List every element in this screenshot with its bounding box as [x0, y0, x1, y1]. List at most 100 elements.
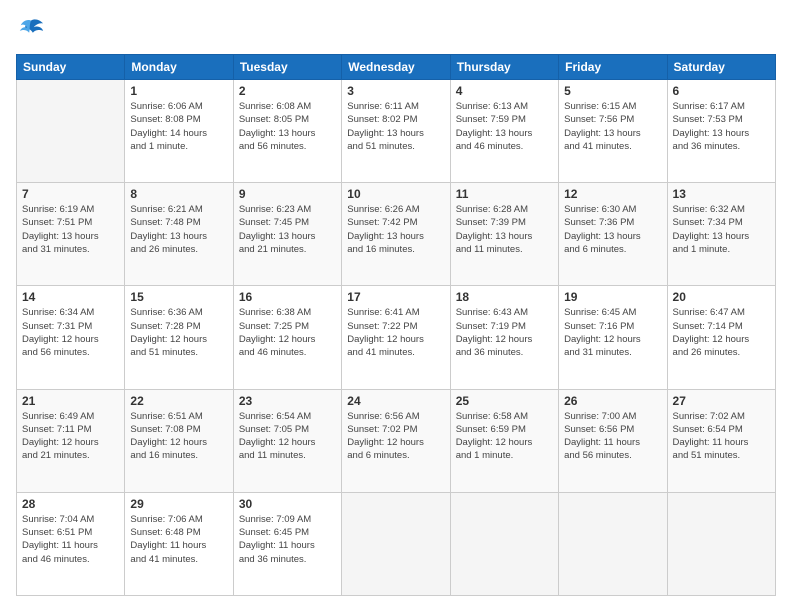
day-number: 13: [673, 187, 770, 201]
day-number: 8: [130, 187, 227, 201]
calendar-cell: 8 Sunrise: 6:21 AM Sunset: 7:48 PM Daylig…: [125, 183, 233, 286]
day-info: Sunrise: 6:45 AM Sunset: 7:16 PM Dayligh…: [564, 306, 661, 359]
day-number: 3: [347, 84, 444, 98]
day-info: Sunrise: 6:06 AM Sunset: 8:08 PM Dayligh…: [130, 100, 227, 153]
day-info: Sunrise: 6:32 AM Sunset: 7:34 PM Dayligh…: [673, 203, 770, 256]
day-info: Sunrise: 6:08 AM Sunset: 8:05 PM Dayligh…: [239, 100, 336, 153]
day-info: Sunrise: 6:28 AM Sunset: 7:39 PM Dayligh…: [456, 203, 553, 256]
logo-bird-icon: [17, 16, 45, 44]
day-number: 21: [22, 394, 119, 408]
calendar-cell: 4 Sunrise: 6:13 AM Sunset: 7:59 PM Daylig…: [450, 80, 558, 183]
logo: [16, 16, 43, 44]
weekday-header-thursday: Thursday: [450, 55, 558, 80]
day-info: Sunrise: 6:19 AM Sunset: 7:51 PM Dayligh…: [22, 203, 119, 256]
calendar-cell: 22 Sunrise: 6:51 AM Sunset: 7:08 PM Dayli…: [125, 389, 233, 492]
day-info: Sunrise: 6:13 AM Sunset: 7:59 PM Dayligh…: [456, 100, 553, 153]
day-number: 26: [564, 394, 661, 408]
day-number: 17: [347, 290, 444, 304]
calendar-cell: 18 Sunrise: 6:43 AM Sunset: 7:19 PM Dayli…: [450, 286, 558, 389]
calendar-cell: [559, 492, 667, 595]
calendar-header-row: SundayMondayTuesdayWednesdayThursdayFrid…: [17, 55, 776, 80]
calendar-week-row: 28 Sunrise: 7:04 AM Sunset: 6:51 PM Dayli…: [17, 492, 776, 595]
day-info: Sunrise: 6:47 AM Sunset: 7:14 PM Dayligh…: [673, 306, 770, 359]
day-info: Sunrise: 6:41 AM Sunset: 7:22 PM Dayligh…: [347, 306, 444, 359]
day-info: Sunrise: 6:26 AM Sunset: 7:42 PM Dayligh…: [347, 203, 444, 256]
day-info: Sunrise: 7:06 AM Sunset: 6:48 PM Dayligh…: [130, 513, 227, 566]
header: [16, 16, 776, 44]
calendar-cell: 25 Sunrise: 6:58 AM Sunset: 6:59 PM Dayli…: [450, 389, 558, 492]
day-number: 1: [130, 84, 227, 98]
day-number: 4: [456, 84, 553, 98]
day-number: 14: [22, 290, 119, 304]
day-number: 12: [564, 187, 661, 201]
calendar-cell: 16Sunrise: 6:38 AM Sunset: 7:25 PM Dayli…: [233, 286, 341, 389]
calendar-cell: [17, 80, 125, 183]
calendar-cell: 23Sunrise: 6:54 AM Sunset: 7:05 PM Dayli…: [233, 389, 341, 492]
calendar-cell: 15Sunrise: 6:36 AM Sunset: 7:28 PM Dayli…: [125, 286, 233, 389]
day-number: 25: [456, 394, 553, 408]
calendar-week-row: 21 Sunrise: 6:49 AM Sunset: 7:11 PM Dayli…: [17, 389, 776, 492]
day-number: 18: [456, 290, 553, 304]
day-number: 10: [347, 187, 444, 201]
calendar-cell: 21 Sunrise: 6:49 AM Sunset: 7:11 PM Dayli…: [17, 389, 125, 492]
weekday-header-tuesday: Tuesday: [233, 55, 341, 80]
calendar-cell: 19Sunrise: 6:45 AM Sunset: 7:16 PM Dayli…: [559, 286, 667, 389]
calendar-cell: 12 Sunrise: 6:30 AM Sunset: 7:36 PM Dayli…: [559, 183, 667, 286]
calendar-cell: 13 Sunrise: 6:32 AM Sunset: 7:34 PM Dayli…: [667, 183, 775, 286]
calendar-cell: 6 Sunrise: 6:17 AM Sunset: 7:53 PM Daylig…: [667, 80, 775, 183]
weekday-header-saturday: Saturday: [667, 55, 775, 80]
day-number: 29: [130, 497, 227, 511]
day-number: 20: [673, 290, 770, 304]
calendar-cell: 29 Sunrise: 7:06 AM Sunset: 6:48 PM Dayli…: [125, 492, 233, 595]
day-number: 22: [130, 394, 227, 408]
day-info: Sunrise: 6:17 AM Sunset: 7:53 PM Dayligh…: [673, 100, 770, 153]
calendar-cell: 3 Sunrise: 6:11 AM Sunset: 8:02 PM Daylig…: [342, 80, 450, 183]
day-info: Sunrise: 6:30 AM Sunset: 7:36 PM Dayligh…: [564, 203, 661, 256]
day-info: Sunrise: 6:43 AM Sunset: 7:19 PM Dayligh…: [456, 306, 553, 359]
day-number: 11: [456, 187, 553, 201]
day-info: Sunrise: 6:11 AM Sunset: 8:02 PM Dayligh…: [347, 100, 444, 153]
day-info: Sunrise: 6:15 AM Sunset: 7:56 PM Dayligh…: [564, 100, 661, 153]
day-number: 15: [130, 290, 227, 304]
calendar-cell: 14 Sunrise: 6:34 AM Sunset: 7:31 PM Dayli…: [17, 286, 125, 389]
day-number: 24: [347, 394, 444, 408]
calendar-cell: 28 Sunrise: 7:04 AM Sunset: 6:51 PM Dayli…: [17, 492, 125, 595]
day-number: 16: [239, 290, 336, 304]
day-info: Sunrise: 6:34 AM Sunset: 7:31 PM Dayligh…: [22, 306, 119, 359]
day-number: 7: [22, 187, 119, 201]
calendar-cell: 1 Sunrise: 6:06 AM Sunset: 8:08 PM Daylig…: [125, 80, 233, 183]
weekday-header-friday: Friday: [559, 55, 667, 80]
page: SundayMondayTuesdayWednesdayThursdayFrid…: [0, 0, 792, 612]
calendar-cell: 26 Sunrise: 7:00 AM Sunset: 6:56 PM Dayli…: [559, 389, 667, 492]
calendar-cell: 5Sunrise: 6:15 AM Sunset: 7:56 PM Daylig…: [559, 80, 667, 183]
day-number: 6: [673, 84, 770, 98]
day-number: 27: [673, 394, 770, 408]
day-info: Sunrise: 6:54 AM Sunset: 7:05 PM Dayligh…: [239, 410, 336, 463]
calendar-cell: 7 Sunrise: 6:19 AM Sunset: 7:51 PM Daylig…: [17, 183, 125, 286]
day-info: Sunrise: 6:51 AM Sunset: 7:08 PM Dayligh…: [130, 410, 227, 463]
day-info: Sunrise: 7:00 AM Sunset: 6:56 PM Dayligh…: [564, 410, 661, 463]
day-info: Sunrise: 6:21 AM Sunset: 7:48 PM Dayligh…: [130, 203, 227, 256]
calendar-week-row: 14 Sunrise: 6:34 AM Sunset: 7:31 PM Dayli…: [17, 286, 776, 389]
day-info: Sunrise: 7:09 AM Sunset: 6:45 PM Dayligh…: [239, 513, 336, 566]
calendar-cell: 9 Sunrise: 6:23 AM Sunset: 7:45 PM Daylig…: [233, 183, 341, 286]
day-number: 9: [239, 187, 336, 201]
day-number: 28: [22, 497, 119, 511]
calendar-cell: [342, 492, 450, 595]
day-info: Sunrise: 6:56 AM Sunset: 7:02 PM Dayligh…: [347, 410, 444, 463]
calendar-cell: 20 Sunrise: 6:47 AM Sunset: 7:14 PM Dayli…: [667, 286, 775, 389]
day-info: Sunrise: 6:23 AM Sunset: 7:45 PM Dayligh…: [239, 203, 336, 256]
day-info: Sunrise: 7:04 AM Sunset: 6:51 PM Dayligh…: [22, 513, 119, 566]
calendar-cell: 27Sunrise: 7:02 AM Sunset: 6:54 PM Dayli…: [667, 389, 775, 492]
calendar-cell: 17 Sunrise: 6:41 AM Sunset: 7:22 PM Dayli…: [342, 286, 450, 389]
calendar-cell: 24 Sunrise: 6:56 AM Sunset: 7:02 PM Dayli…: [342, 389, 450, 492]
day-info: Sunrise: 6:49 AM Sunset: 7:11 PM Dayligh…: [22, 410, 119, 463]
weekday-header-sunday: Sunday: [17, 55, 125, 80]
day-info: Sunrise: 6:58 AM Sunset: 6:59 PM Dayligh…: [456, 410, 553, 463]
calendar-cell: 2Sunrise: 6:08 AM Sunset: 8:05 PM Daylig…: [233, 80, 341, 183]
calendar-cell: 10 Sunrise: 6:26 AM Sunset: 7:42 PM Dayli…: [342, 183, 450, 286]
calendar-cell: [450, 492, 558, 595]
day-number: 30: [239, 497, 336, 511]
calendar-table: SundayMondayTuesdayWednesdayThursdayFrid…: [16, 54, 776, 596]
calendar-week-row: 7 Sunrise: 6:19 AM Sunset: 7:51 PM Daylig…: [17, 183, 776, 286]
